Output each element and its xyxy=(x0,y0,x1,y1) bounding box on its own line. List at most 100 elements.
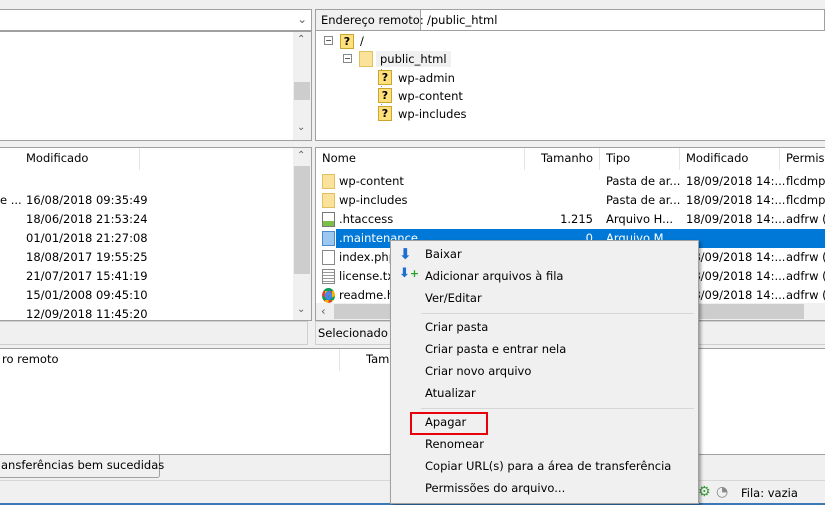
unknown-folder-icon: ? xyxy=(378,70,392,85)
menu-label: Adicionar arquivos à fila xyxy=(425,269,564,283)
file-name: .htaccess xyxy=(339,212,394,226)
file-modified: 18/09/2018 14:... xyxy=(686,193,786,207)
menu-label: Permissões do arquivo... xyxy=(425,481,566,495)
context-menu: ⬇ Baixar ⬇+ Adicionar arquivos à fila Ve… xyxy=(390,240,699,504)
column-header-permissions[interactable]: Permiss xyxy=(780,148,825,170)
collapse-icon[interactable]: − xyxy=(343,54,352,63)
table-row[interactable]: 18/08/2017 19:55:25 xyxy=(0,248,311,267)
file-blue-icon xyxy=(322,231,335,246)
tree-node[interactable]: / xyxy=(360,34,364,48)
chevron-down-icon[interactable]: ⌄ xyxy=(297,12,307,26)
selection-status-text: Selecionado 1 xyxy=(318,326,399,340)
menu-item-rename[interactable]: Renomear xyxy=(391,433,698,455)
file-name: e ... xyxy=(0,193,22,207)
local-list-scrollbar[interactable]: ⌃ ⌄ xyxy=(293,148,311,320)
menu-item-view-edit[interactable]: Ver/Editar xyxy=(391,287,698,309)
file-permissions: adfrw (0 xyxy=(786,269,825,283)
tree-node[interactable]: wp-includes xyxy=(398,107,467,121)
queue-status: Fila: vazia xyxy=(741,486,798,500)
collapse-icon[interactable]: − xyxy=(324,36,333,45)
menu-item-download[interactable]: Baixar xyxy=(391,243,698,265)
file-modified: 21/07/2017 15:41:19 xyxy=(26,269,148,283)
scroll-thumb[interactable] xyxy=(294,166,310,274)
menu-item-create-folder-enter[interactable]: Criar pasta e entrar nela xyxy=(391,338,698,360)
file-permissions: adfrw (0 xyxy=(786,288,825,302)
tree-node[interactable]: public_html xyxy=(376,51,451,67)
tab-successful-transfers[interactable]: ansferências bem sucedidas xyxy=(0,455,164,478)
menu-item-add-to-queue[interactable]: Adicionar arquivos à fila xyxy=(391,265,698,287)
column-header-modified[interactable]: Modificado xyxy=(20,148,140,170)
file-type: Arquivo H... xyxy=(606,212,674,226)
file-modified: 15/01/2008 09:45:10 xyxy=(26,288,148,302)
menu-item-copy-url[interactable]: Copiar URL(s) para a área de transferênc… xyxy=(391,455,698,477)
speed-limit-icon[interactable]: ⚙ xyxy=(698,484,711,500)
menu-label: Baixar xyxy=(425,247,462,261)
column-header-modified[interactable]: Modificado xyxy=(680,148,780,170)
gauge-icon[interactable]: ◔ xyxy=(716,484,728,500)
text-icon xyxy=(322,269,335,284)
table-row[interactable]: .htaccess 1.215 Arquivo H... 18/09/2018 14:… xyxy=(316,210,825,229)
menu-label: Ver/Editar xyxy=(425,291,482,305)
table-row[interactable]: 21/07/2017 15:41:19 xyxy=(0,267,311,286)
menu-item-create-file[interactable]: Criar novo arquivo xyxy=(391,360,698,382)
remote-address-input[interactable]: /public_html xyxy=(427,13,497,27)
remote-address-bar: Endereço remoto: /public_html xyxy=(315,9,825,31)
local-status xyxy=(0,321,308,345)
menu-item-create-folder[interactable]: Criar pasta xyxy=(391,316,698,338)
file-modified: 18/09/2018 14:... xyxy=(686,174,786,188)
local-file-list[interactable]: Modificado e ... 16/08/2018 09:35:49 18/0… xyxy=(0,147,312,321)
menu-item-permissions[interactable]: Permissões do arquivo... xyxy=(391,477,698,499)
folder-icon xyxy=(322,193,335,208)
tab-label: ansferências bem sucedidas xyxy=(1,458,165,472)
table-row[interactable]: 18/06/2018 21:53:24 xyxy=(0,210,311,229)
edit-icon xyxy=(322,212,335,227)
highlight-box xyxy=(410,412,488,435)
scroll-up-icon[interactable]: ⌃ xyxy=(297,34,305,45)
file-name: wp-includes xyxy=(339,193,408,207)
file-modified: 12/09/2018 11:45:20 xyxy=(26,307,148,321)
scroll-up-icon[interactable]: ⌃ xyxy=(297,150,305,161)
file-modified: 16/08/2018 09:35:49 xyxy=(26,193,148,207)
folder-icon xyxy=(322,174,335,189)
scroll-down-icon[interactable]: ⌄ xyxy=(297,304,305,315)
column-header-type[interactable]: Tipo xyxy=(600,148,680,170)
file-permissions: flcdmpe xyxy=(786,193,825,207)
menu-separator xyxy=(421,313,694,314)
menu-label: Criar pasta xyxy=(425,320,489,334)
table-row[interactable]: wp-includes Pasta de ar... 18/09/2018 14:.… xyxy=(316,191,825,210)
file-modified: 18/08/2017 19:55:25 xyxy=(26,250,148,264)
chrome-icon xyxy=(322,288,335,303)
scroll-down-icon[interactable]: ⌄ xyxy=(297,122,305,133)
file-modified: 18/06/2018 21:53:24 xyxy=(26,212,148,226)
table-row[interactable]: wp-content Pasta de ar... 18/09/2018 14:..… xyxy=(316,172,825,191)
menu-label: Criar novo arquivo xyxy=(425,364,532,378)
remote-address-label: Endereço remoto: xyxy=(316,10,424,30)
menu-label: Copiar URL(s) para a área de transferênc… xyxy=(425,459,672,473)
menu-label: Atualizar xyxy=(425,386,476,400)
file-type: Pasta de ar... xyxy=(606,174,681,188)
table-row[interactable]: e ... 16/08/2018 09:35:49 xyxy=(0,191,311,210)
tree-node[interactable]: wp-admin xyxy=(398,71,455,85)
menu-label: Renomear xyxy=(425,437,484,451)
local-tree[interactable]: ⌃ ⌄ xyxy=(0,31,312,141)
menu-item-refresh[interactable]: Atualizar xyxy=(391,382,698,404)
scroll-thumb[interactable] xyxy=(294,82,310,100)
file-permissions: adfrw (0 xyxy=(786,212,825,226)
column-header-remote-file[interactable]: ro remoto xyxy=(0,349,340,371)
scroll-left-icon[interactable]: ‹ xyxy=(321,304,326,318)
table-row[interactable]: 15/01/2008 09:45:10 xyxy=(0,286,311,305)
file-permissions: adfrw (0 xyxy=(786,250,825,264)
local-path-combo[interactable]: ⌄ xyxy=(0,9,312,31)
unknown-folder-icon: ? xyxy=(378,88,392,103)
column-header-size[interactable]: Tamanho xyxy=(525,148,600,170)
tree-node[interactable]: wp-content xyxy=(398,89,463,103)
column-header-name[interactable]: Nome xyxy=(316,148,525,170)
table-row[interactable]: 01/01/2018 21:27:08 xyxy=(0,229,311,248)
file-permissions: flcdmpe xyxy=(786,174,825,188)
file-icon xyxy=(322,250,335,265)
file-modified: 18/09/2018 14:... xyxy=(686,250,786,264)
file-modified: 18/09/2018 14:... xyxy=(686,269,786,283)
file-modified: 18/09/2018 14:... xyxy=(686,288,786,302)
remote-tree[interactable]: − ? / − public_html ? wp-admin ? wp-cont… xyxy=(315,31,825,141)
local-tree-scrollbar[interactable]: ⌃ ⌄ xyxy=(293,32,311,140)
